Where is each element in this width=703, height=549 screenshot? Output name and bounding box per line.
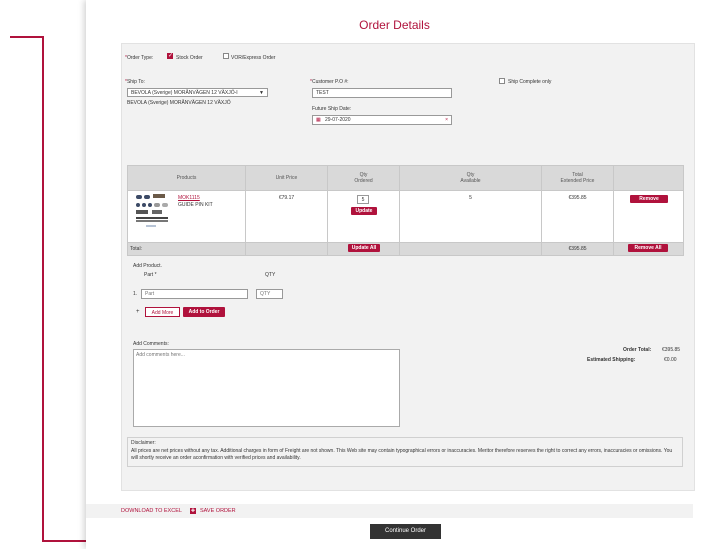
customer-po-input[interactable]: TEST xyxy=(312,88,452,98)
disclaimer-title: Disclaimer: xyxy=(131,440,156,446)
part-header: Part * xyxy=(144,272,157,278)
update-button[interactable]: Update xyxy=(351,207,377,215)
order-type-label: *Order Type: xyxy=(125,55,154,61)
add-product-title: Add Product. xyxy=(133,263,162,269)
future-ship-input[interactable]: ▦ 29-07-2020 × xyxy=(312,115,452,125)
annotation-line-left xyxy=(42,36,44,541)
order-total-value: €395.85 xyxy=(662,347,681,353)
comments-label: Add Comments: xyxy=(133,341,169,347)
shipping-value: €0.00 xyxy=(664,357,677,363)
footer-remove-cell: Remove All xyxy=(613,242,684,256)
product-description: GUIDE PIN KIT xyxy=(178,202,213,208)
header-products: Products xyxy=(127,165,246,191)
continue-order-button[interactable]: Continue Order xyxy=(370,524,441,539)
future-ship-label: Future Ship Date: xyxy=(312,106,352,112)
page-title: Order Details xyxy=(359,18,430,32)
unit-price-cell: €79.17 xyxy=(245,190,328,243)
footer-total-label: Total: xyxy=(127,242,246,256)
footer-total-value: €395.85 xyxy=(541,242,614,256)
qty-cell: 5 Update xyxy=(327,190,400,243)
shipping-label: Estimated Shipping: xyxy=(587,357,636,363)
comments-textarea[interactable] xyxy=(133,349,400,427)
qty-field[interactable] xyxy=(256,289,283,299)
customer-po-label: *Customer P.O #: xyxy=(310,79,349,85)
disclaimer-text: All prices are net prices without any ta… xyxy=(131,447,673,462)
calendar-icon: ▦ xyxy=(316,117,321,123)
header-unit-price: Unit Price xyxy=(245,165,328,191)
download-excel-link[interactable]: DOWNLOAD TO EXCEL xyxy=(121,508,182,514)
available-cell: 5 xyxy=(399,190,542,243)
vor-order-label: VOR/Express Order xyxy=(231,55,276,61)
table-row: MOK1115 GUIDE PIN KIT €79.17 5 Update 5 … xyxy=(127,190,684,243)
remove-button[interactable]: Remove xyxy=(630,195,668,203)
save-order-link[interactable]: SAVE ORDER xyxy=(200,508,236,514)
product-link[interactable]: MOK1115 xyxy=(178,195,200,201)
annotation-line-top xyxy=(10,36,43,38)
qty-header: QTY xyxy=(265,272,276,278)
disclaimer: Disclaimer: All prices are net prices wi… xyxy=(127,437,683,467)
footer-update-cell: Update All xyxy=(327,242,400,256)
order-total-label: Order Total: xyxy=(623,347,652,353)
add-more-button[interactable]: Add More xyxy=(145,307,180,317)
products-table: Products Unit Price Qty Ordered Qty Availa… xyxy=(127,165,684,256)
future-ship-value: 29-07-2020 xyxy=(325,117,351,123)
header-total: Total Extended Price xyxy=(541,165,614,191)
stock-order-checkbox[interactable] xyxy=(167,52,173,59)
header-qty-available: Qty Available xyxy=(399,165,542,191)
footer-empty-cell xyxy=(245,242,328,256)
table-footer-row: Total: Update All €395.85 Remove All xyxy=(127,242,684,256)
ship-complete-label: Ship Complete only xyxy=(508,79,552,85)
remove-all-button[interactable]: Remove All xyxy=(628,244,668,252)
total-cell: €395.85 xyxy=(541,190,614,243)
vor-order-checkbox[interactable] xyxy=(223,53,229,59)
ship-to-address: BEVOLA (Sverige) MORÅNVÄGEN 12 VÄXJÖ xyxy=(127,100,231,106)
chevron-down-icon: ▼ xyxy=(259,90,264,96)
header-actions xyxy=(613,165,684,191)
stock-order-label: Stock Order xyxy=(176,55,203,61)
ship-to-label: *Ship To: xyxy=(125,79,145,85)
row-number: 1. xyxy=(133,291,138,297)
excel-icon[interactable]: ✚ xyxy=(190,508,196,514)
plus-icon: + xyxy=(136,309,140,315)
add-to-order-button[interactable]: Add to Order xyxy=(183,307,225,317)
part-input[interactable] xyxy=(141,289,248,299)
footer-empty-cell-2 xyxy=(399,242,542,256)
ship-to-select[interactable]: BEVOLA (Sverige) MORÅNVÄGEN 12 VÄXJÖ-I ▼ xyxy=(127,88,268,97)
qty-input[interactable]: 5 xyxy=(357,195,369,204)
remove-cell: Remove xyxy=(613,190,684,243)
update-all-button[interactable]: Update All xyxy=(348,244,380,252)
header-qty-ordered: Qty Ordered xyxy=(327,165,400,191)
ship-complete-checkbox[interactable] xyxy=(499,78,505,84)
clear-icon[interactable]: × xyxy=(445,116,448,124)
